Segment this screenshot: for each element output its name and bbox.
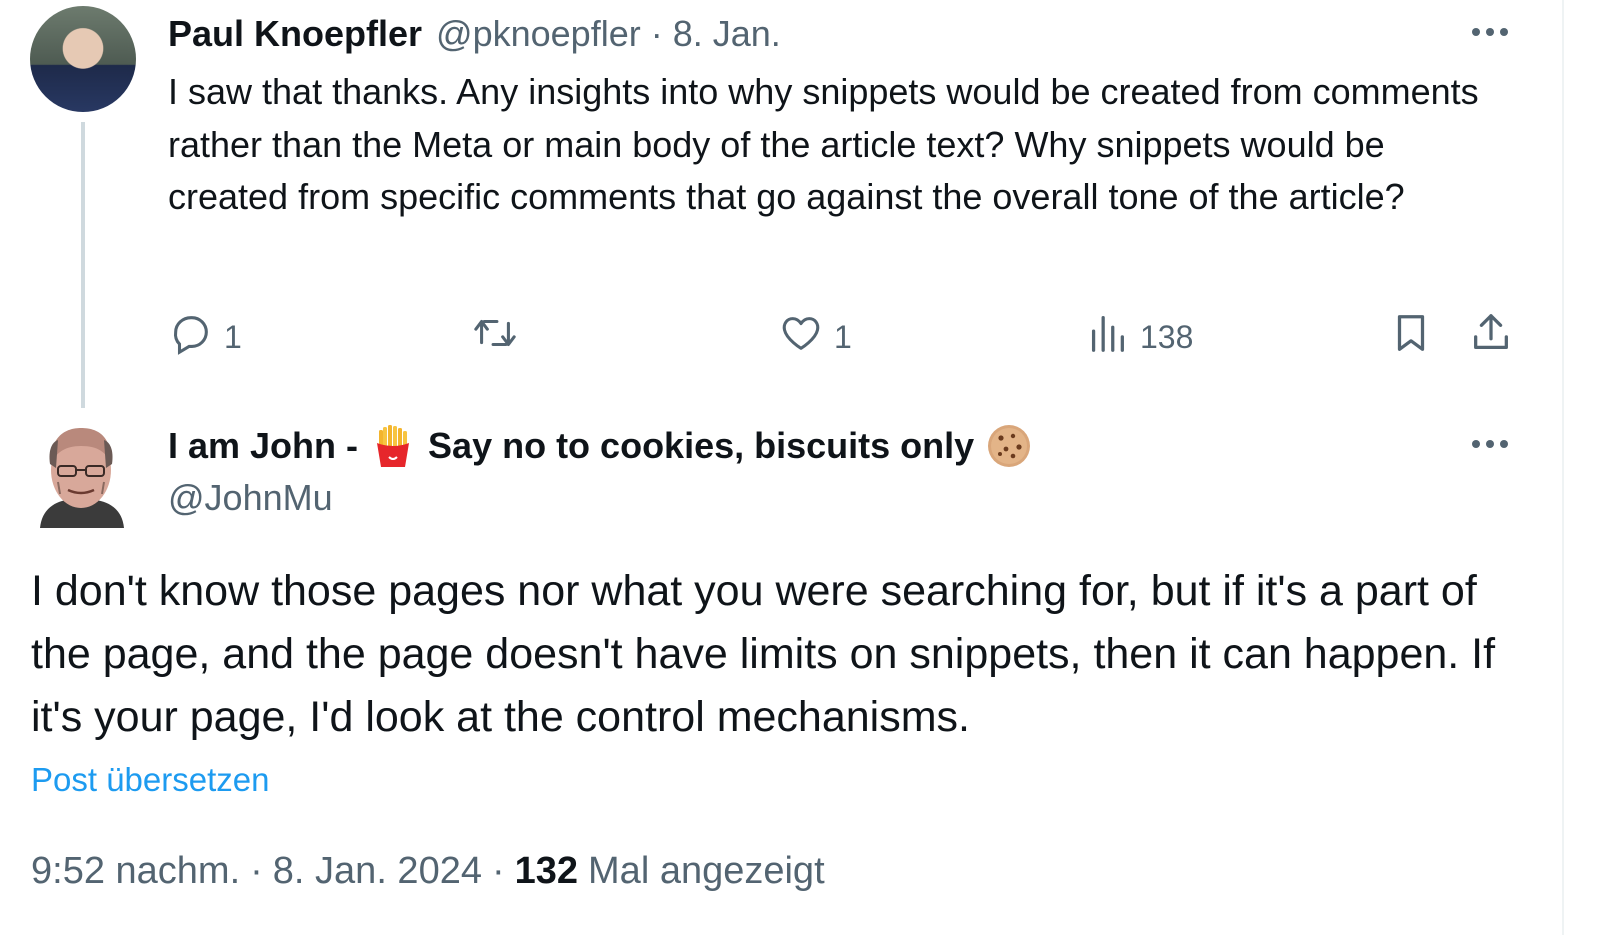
tweet-meta: 9:52 nachm. · 8. Jan. 2024 · 132 Mal ang… <box>31 846 825 896</box>
cookie-emoji-icon <box>986 423 1032 469</box>
author-name-part1: I am John - <box>168 425 359 466</box>
tweet-author-name[interactable]: I am John - Say no to cookies, biscuits … <box>168 420 1044 472</box>
avatar-john-mu[interactable] <box>36 424 126 528</box>
heart-icon <box>778 310 824 364</box>
reply-header: Paul Knoepfler @pknoepfler · 8. Jan. <box>168 10 781 58</box>
author-name-part2: Say no to cookies, biscuits only <box>428 425 975 466</box>
more-options-icon[interactable] <box>1468 10 1512 54</box>
tweet-views-label: Mal angezeigt <box>588 849 825 892</box>
thread-connector-line <box>81 122 85 408</box>
reply-text: I saw that thanks. Any insights into why… <box>168 71 1479 217</box>
reply-date[interactable]: 8. Jan. <box>673 13 781 55</box>
fries-emoji-icon <box>370 423 416 469</box>
share-button[interactable] <box>1468 310 1514 364</box>
views-button[interactable]: 138 <box>1084 310 1193 364</box>
tweet-time[interactable]: 9:52 nachm. <box>31 850 240 893</box>
tweet-text: I don't know those pages nor what you we… <box>31 567 1496 741</box>
column-border <box>1562 0 1614 935</box>
views-icon <box>1084 310 1130 364</box>
share-icon <box>1468 310 1514 364</box>
repost-icon <box>472 310 518 364</box>
bookmark-button[interactable] <box>1388 310 1434 364</box>
like-button[interactable]: 1 <box>778 310 852 364</box>
repost-button[interactable] <box>472 310 518 364</box>
avatar-paul-knoepfler[interactable] <box>30 6 136 112</box>
reply-author-handle[interactable]: @pknoepfler <box>436 13 641 55</box>
more-options-icon[interactable] <box>1468 422 1512 466</box>
tweet-date[interactable]: 8. Jan. 2024 <box>273 850 482 893</box>
tweet-author-handle[interactable]: @JohnMu <box>168 474 333 522</box>
bookmark-icon <box>1388 310 1434 364</box>
reply-separator: · <box>650 13 663 54</box>
translate-post-link[interactable]: Post übersetzen <box>31 758 269 802</box>
reply-count: 1 <box>224 318 242 355</box>
tweet-views-count: 132 <box>514 849 579 892</box>
reply-author-name[interactable]: Paul Knoepfler <box>168 13 422 55</box>
like-count: 1 <box>834 318 852 355</box>
meta-separator: · <box>250 849 263 892</box>
reply-button[interactable]: 1 <box>168 310 242 364</box>
views-count: 138 <box>1140 318 1194 355</box>
reply-icon <box>168 310 214 364</box>
meta-separator: · <box>491 849 505 892</box>
reply-action-bar: 1 1 138 <box>0 308 1614 360</box>
